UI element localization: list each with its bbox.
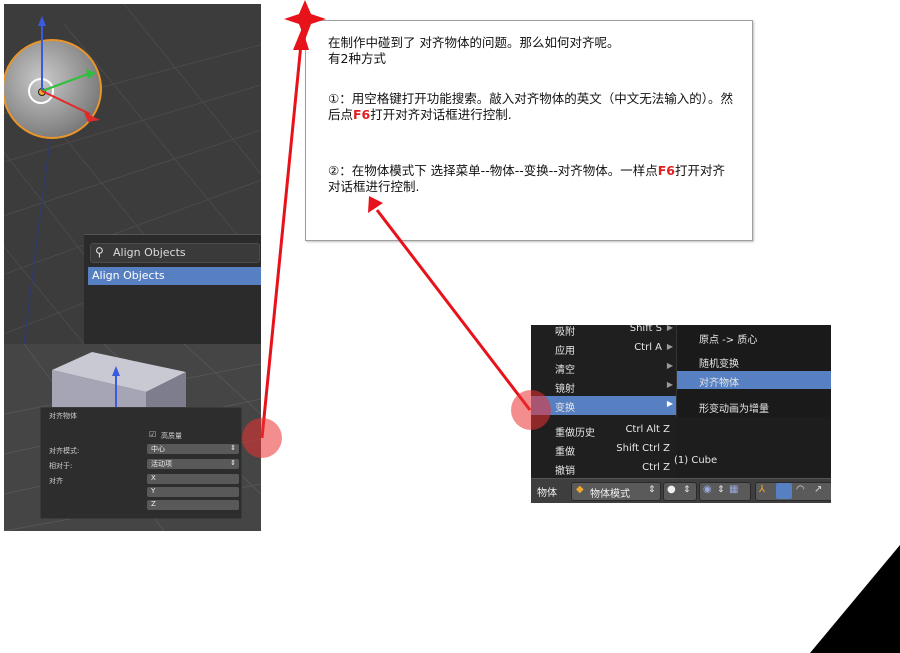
red-star-icon <box>284 0 326 40</box>
click-marker-dot <box>242 418 282 458</box>
click-marker-dot <box>511 390 551 430</box>
corner-triangle-decoration <box>810 545 900 653</box>
annotation-arrows <box>260 0 900 653</box>
